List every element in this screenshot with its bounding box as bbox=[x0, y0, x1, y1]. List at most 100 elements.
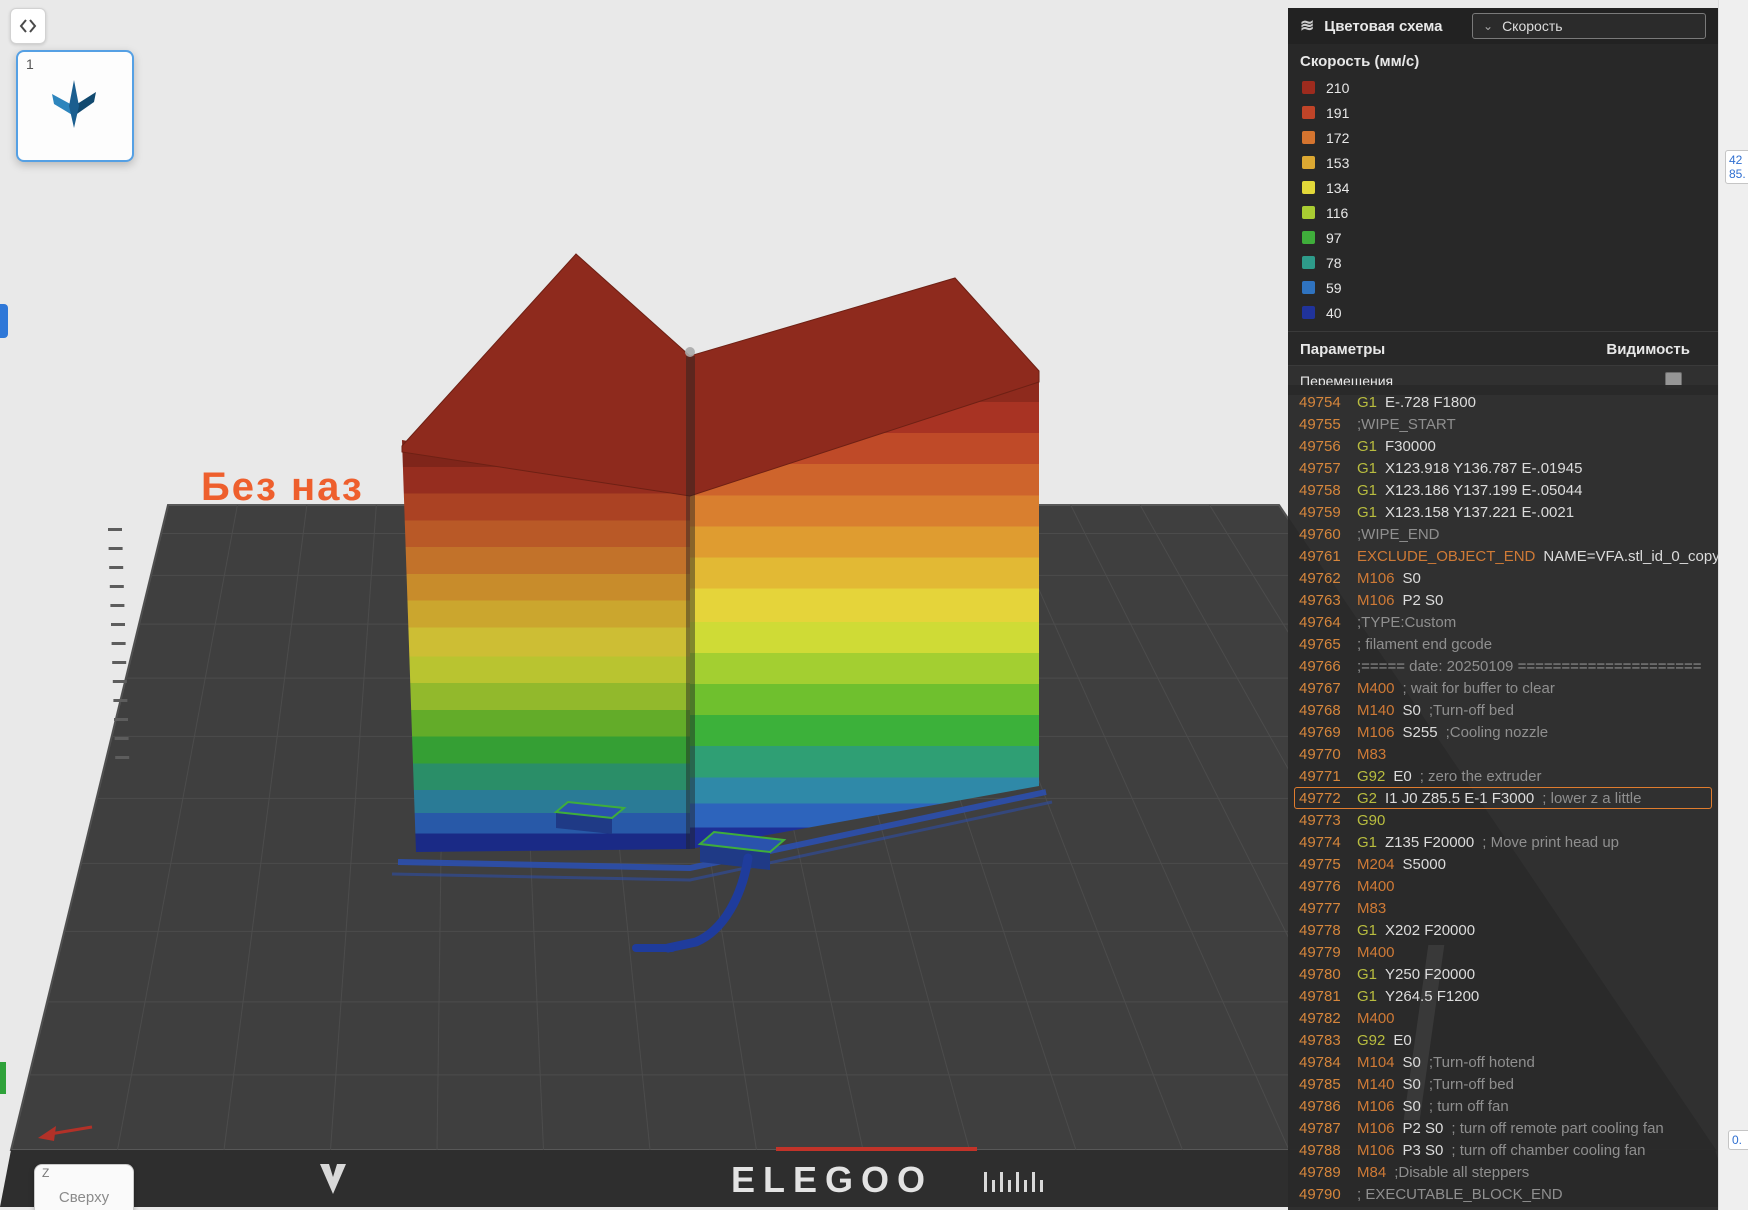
legend-item: 40 bbox=[1288, 300, 1718, 325]
gcode-token: M204 bbox=[1357, 856, 1395, 873]
gcode-token: G92 bbox=[1357, 768, 1385, 785]
gcode-line[interactable]: 49778G1X202 F20000 bbox=[1294, 919, 1712, 941]
gcode-line[interactable]: 49782M400 bbox=[1294, 1007, 1712, 1029]
visibility-header: Видимость bbox=[1606, 341, 1690, 358]
gcode-panel[interactable]: 49754G1E-.728 F180049755;WIPE_START49756… bbox=[1288, 385, 1718, 1210]
gcode-line[interactable]: 49762M106S0 bbox=[1294, 567, 1712, 589]
gcode-token: S0 bbox=[1403, 1076, 1421, 1093]
gcode-token: Y250 F20000 bbox=[1385, 966, 1475, 983]
gcode-line[interactable]: 49766;===== date: 20250109 =============… bbox=[1294, 655, 1712, 677]
gcode-line[interactable]: 49765; filament end gcode bbox=[1294, 633, 1712, 655]
params-header: Параметры bbox=[1300, 341, 1385, 358]
gcode-token: S255 bbox=[1403, 724, 1438, 741]
gcode-line-number: 49772 bbox=[1299, 790, 1349, 807]
gcode-line[interactable]: 49776M400 bbox=[1294, 875, 1712, 897]
legend-item: 172 bbox=[1288, 125, 1718, 150]
gcode-line[interactable]: 49780G1Y250 F20000 bbox=[1294, 963, 1712, 985]
gcode-line[interactable]: 49774G1Z135 F20000; Move print head up bbox=[1294, 831, 1712, 853]
gcode-token: M104 bbox=[1357, 1054, 1395, 1071]
slider-value-bottom: 0. bbox=[1732, 1133, 1748, 1147]
gcode-token: ; EXECUTABLE_BLOCK_END bbox=[1357, 1186, 1563, 1203]
gcode-line[interactable]: 49777M83 bbox=[1294, 897, 1712, 919]
color-scheme-dropdown[interactable]: ⌄ Скорость bbox=[1472, 13, 1706, 39]
gcode-line-number: 49763 bbox=[1299, 592, 1349, 609]
gcode-token: M140 bbox=[1357, 702, 1395, 719]
gcode-line[interactable]: 49767M400; wait for buffer to clear bbox=[1294, 677, 1712, 699]
gcode-line[interactable]: 49781G1Y264.5 F1200 bbox=[1294, 985, 1712, 1007]
gcode-line[interactable]: 49783G92E0 bbox=[1294, 1029, 1712, 1051]
gcode-line[interactable]: 49784M104S0;Turn-off hotend bbox=[1294, 1051, 1712, 1073]
gcode-line[interactable]: 49785M140S0;Turn-off bed bbox=[1294, 1073, 1712, 1095]
gcode-token: M400 bbox=[1357, 1010, 1395, 1027]
layers-icon[interactable]: ≋ bbox=[1300, 16, 1314, 36]
gcode-line[interactable]: 49760 ;WIPE_END bbox=[1294, 523, 1712, 545]
gcode-token: G1 bbox=[1357, 834, 1377, 851]
legend-swatch bbox=[1302, 81, 1315, 94]
gcode-line[interactable]: 49763M106P2 S0 bbox=[1294, 589, 1712, 611]
legend-swatch bbox=[1302, 281, 1315, 294]
gcode-token: ; turn off fan bbox=[1429, 1098, 1509, 1115]
gcode-token: M106 bbox=[1357, 724, 1395, 741]
gcode-line-number: 49767 bbox=[1299, 680, 1349, 697]
legend-item: 97 bbox=[1288, 225, 1718, 250]
gcode-token: P3 S0 bbox=[1403, 1142, 1444, 1159]
gcode-token: G2 bbox=[1357, 790, 1377, 807]
gcode-line-number: 49768 bbox=[1299, 702, 1349, 719]
legend-value: 40 bbox=[1326, 305, 1342, 321]
gcode-token: G1 bbox=[1357, 966, 1377, 983]
gcode-line[interactable]: 49772 G2 I1 J0 Z85.5 E-1 F3000 ; lower z a … bbox=[1294, 787, 1712, 809]
gcode-token: M83 bbox=[1357, 900, 1386, 917]
gcode-token: G1 bbox=[1357, 460, 1377, 477]
gcode-line[interactable]: 49756G1F30000 bbox=[1294, 435, 1712, 457]
gcode-token: ; wait for buffer to clear bbox=[1403, 680, 1555, 697]
gcode-line[interactable]: 49754G1E-.728 F1800 bbox=[1294, 391, 1712, 413]
model-top-marker bbox=[685, 347, 695, 357]
gcode-token: ; turn off chamber cooling fan bbox=[1451, 1142, 1645, 1159]
gcode-line[interactable]: 49788M106P3 S0; turn off chamber cooling… bbox=[1294, 1139, 1712, 1161]
gcode-line[interactable]: 49789M84;Disable all steppers bbox=[1294, 1161, 1712, 1183]
gcode-line[interactable]: 49775M204S5000 bbox=[1294, 853, 1712, 875]
gcode-line[interactable]: 49764;TYPE:Custom bbox=[1294, 611, 1712, 633]
gcode-line[interactable]: 49771G92E0; zero the extruder bbox=[1294, 765, 1712, 787]
collapse-panel-button[interactable] bbox=[10, 8, 46, 44]
gcode-token: I1 J0 Z85.5 E-1 F3000 bbox=[1385, 790, 1534, 807]
gcode-token: ;WIPE_START bbox=[1357, 416, 1456, 433]
gcode-line[interactable]: 49790; EXECUTABLE_BLOCK_END bbox=[1294, 1183, 1712, 1205]
gcode-line-number: 49760 bbox=[1299, 526, 1349, 543]
plate-thumbnail[interactable]: 1 bbox=[16, 50, 134, 162]
gcode-token: S0 bbox=[1403, 1098, 1421, 1115]
gcode-line[interactable]: 49768M140S0;Turn-off bed bbox=[1294, 699, 1712, 721]
gcode-line-number: 49786 bbox=[1299, 1098, 1349, 1115]
gcode-token: M106 bbox=[1357, 1142, 1395, 1159]
plate-model-preview-icon bbox=[44, 74, 104, 134]
gcode-line[interactable]: 49786M106S0; turn off fan bbox=[1294, 1095, 1712, 1117]
gcode-line[interactable]: 49759G1X123.158 Y137.221 E-.0021 bbox=[1294, 501, 1712, 523]
gcode-line[interactable]: 49755;WIPE_START bbox=[1294, 413, 1712, 435]
legend-swatch bbox=[1302, 256, 1315, 269]
gcode-line-number: 49773 bbox=[1299, 812, 1349, 829]
gcode-line[interactable]: 49757G1X123.918 Y136.787 E-.01945 bbox=[1294, 457, 1712, 479]
gcode-line[interactable]: 49758G1X123.186 Y137.199 E-.05044 bbox=[1294, 479, 1712, 501]
gcode-line[interactable]: 49769M106S255;Cooling nozzle bbox=[1294, 721, 1712, 743]
legend-item: 134 bbox=[1288, 175, 1718, 200]
gcode-line-number: 49759 bbox=[1299, 504, 1349, 521]
gcode-token: E0 bbox=[1393, 1032, 1411, 1049]
legend-swatch bbox=[1302, 231, 1315, 244]
gcode-token: E0 bbox=[1393, 768, 1411, 785]
legend-value: 97 bbox=[1326, 230, 1342, 246]
plate-number: 1 bbox=[26, 56, 34, 72]
gcode-line[interactable]: 49773G90 bbox=[1294, 809, 1712, 831]
gcode-line-number: 49775 bbox=[1299, 856, 1349, 873]
gcode-line[interactable]: 49770M83 bbox=[1294, 743, 1712, 765]
gcode-token: ;WIPE_END bbox=[1357, 526, 1440, 543]
gcode-token: F30000 bbox=[1385, 438, 1436, 455]
legend-value: 116 bbox=[1326, 205, 1348, 221]
gcode-token: ; lower z a little bbox=[1542, 790, 1641, 807]
side-panel-tab[interactable] bbox=[0, 304, 8, 338]
gcode-line[interactable]: 49761EXCLUDE_OBJECT_ENDNAME=VFA.stl_id_0… bbox=[1294, 545, 1712, 567]
gcode-line[interactable]: 49779M400 bbox=[1294, 941, 1712, 963]
legend-value: 134 bbox=[1326, 180, 1349, 196]
layer-slider-tooltip: 42 85. bbox=[1725, 150, 1748, 184]
gcode-line[interactable]: 49787M106P2 S0; turn off remote part coo… bbox=[1294, 1117, 1712, 1139]
gcode-line-number: 49754 bbox=[1299, 394, 1349, 411]
